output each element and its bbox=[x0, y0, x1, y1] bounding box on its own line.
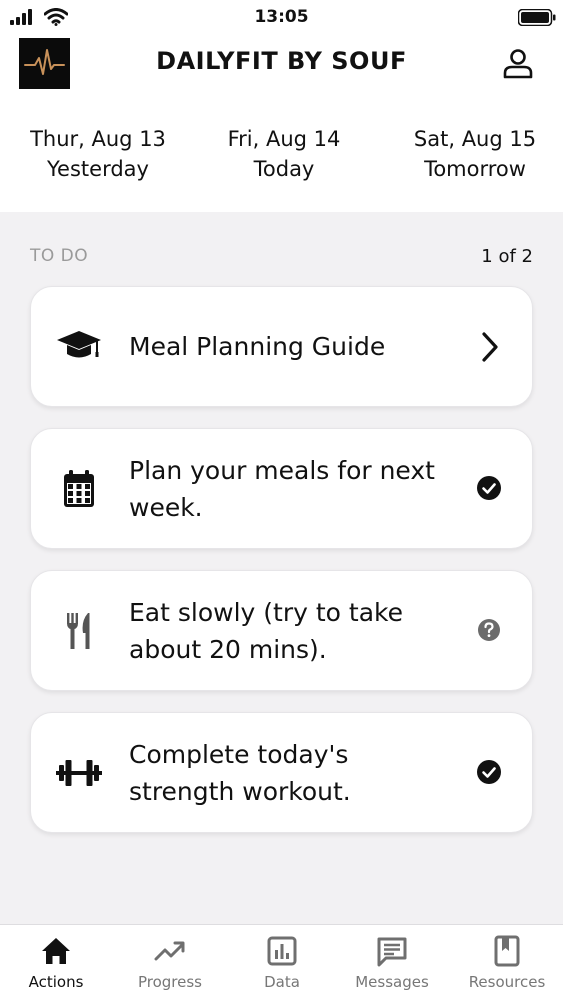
home-icon bbox=[40, 935, 72, 967]
todo-card-eat-slowly[interactable]: Eat slowly (try to take about 20 mins). bbox=[30, 570, 533, 691]
todo-card-plan-meals[interactable]: Plan your meals for next week. bbox=[30, 428, 533, 549]
nav-label: Messages bbox=[355, 973, 429, 991]
todo-card-strength-workout[interactable]: Complete today's strength workout. bbox=[30, 712, 533, 833]
bar-chart-icon bbox=[266, 935, 298, 967]
nav-item-resources[interactable]: Resources bbox=[451, 925, 563, 1000]
graduation-cap-icon bbox=[55, 327, 103, 367]
message-icon bbox=[376, 935, 408, 967]
bottom-nav: Actions Progress Data Messages Resources bbox=[0, 924, 563, 1000]
check-circle-icon bbox=[476, 475, 502, 501]
battery-icon bbox=[517, 8, 556, 27]
day-today[interactable]: Fri, Aug 14 Today bbox=[189, 124, 379, 184]
user-profile-icon[interactable] bbox=[501, 46, 535, 80]
day-relative: Tomorrow bbox=[424, 157, 526, 181]
nav-item-progress[interactable]: Progress bbox=[114, 925, 226, 1000]
nav-label: Actions bbox=[28, 973, 84, 991]
nav-item-data[interactable]: Data bbox=[226, 925, 338, 1000]
day-relative: Yesterday bbox=[47, 157, 149, 181]
calendar-icon bbox=[55, 469, 103, 509]
dumbbell-icon bbox=[55, 753, 103, 793]
question-circle-icon bbox=[476, 617, 502, 643]
todo-section-label: TO DO bbox=[30, 246, 89, 266]
nav-label: Progress bbox=[137, 973, 202, 991]
check-circle-icon bbox=[476, 759, 502, 785]
bookmark-book-icon bbox=[491, 935, 523, 967]
todo-card-text: Meal Planning Guide bbox=[129, 332, 386, 361]
nav-label: Resources bbox=[468, 973, 546, 991]
nav-item-actions[interactable]: Actions bbox=[0, 925, 112, 1000]
fork-knife-icon bbox=[55, 611, 103, 651]
trending-up-icon bbox=[154, 935, 186, 967]
todo-count: 1 of 2 bbox=[481, 246, 533, 267]
day-relative: Today bbox=[253, 157, 315, 181]
todo-card-text: Eat slowly (try to take about 20 mins). bbox=[129, 597, 403, 664]
day-date: Sat, Aug 15 bbox=[413, 127, 537, 151]
status-bar: 13:05 bbox=[0, 0, 563, 34]
nav-item-messages[interactable]: Messages bbox=[336, 925, 448, 1000]
day-yesterday[interactable]: Thur, Aug 13 Yesterday bbox=[3, 124, 193, 184]
day-date: Fri, Aug 14 bbox=[227, 127, 341, 151]
todo-card-meal-planning-guide[interactable]: Meal Planning Guide bbox=[30, 286, 533, 407]
day-date: Thur, Aug 13 bbox=[30, 127, 166, 151]
todo-card-text: Complete today's strength workout. bbox=[129, 739, 351, 806]
chevron-right-icon bbox=[476, 331, 502, 363]
day-tomorrow[interactable]: Sat, Aug 15 Tomorrow bbox=[380, 124, 563, 184]
todo-card-text: Plan your meals for next week. bbox=[129, 455, 435, 522]
status-time: 13:05 bbox=[254, 7, 309, 27]
nav-label: Data bbox=[264, 973, 300, 991]
app-title: DAILYFIT BY SOUF bbox=[156, 47, 407, 75]
